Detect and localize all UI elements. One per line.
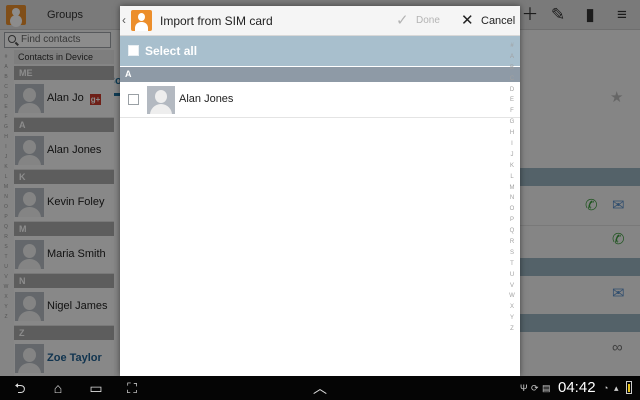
index-letter[interactable]: W — [506, 291, 518, 302]
contact-name: Alan Jones — [179, 93, 234, 105]
index-letter[interactable]: K — [506, 161, 518, 172]
index-letter[interactable]: B — [506, 63, 518, 74]
index-letter[interactable]: H — [506, 128, 518, 139]
select-all-checkbox[interactable] — [128, 45, 139, 56]
select-all-label: Select all — [145, 44, 198, 58]
signal-icon: ▴ — [614, 383, 619, 393]
back-chevron-icon[interactable]: ‹ — [122, 13, 126, 27]
index-letter[interactable]: I — [506, 139, 518, 150]
index-letter[interactable]: N — [506, 193, 518, 204]
index-letter[interactable]: P — [506, 215, 518, 226]
sim-contact-row[interactable]: Alan Jones — [120, 83, 520, 118]
usb-icon: Ψ — [520, 383, 528, 393]
sd-card-icon: ▤ — [542, 383, 551, 393]
index-letter[interactable]: T — [506, 259, 518, 270]
index-letter[interactable]: Y — [506, 313, 518, 324]
index-letter[interactable]: L — [506, 172, 518, 183]
import-sim-dialog: ‹ Import from SIM card ✓ Done ✕ Cancel S… — [120, 6, 520, 376]
clock: 04:42 — [558, 379, 596, 396]
contact-checkbox[interactable] — [128, 94, 139, 105]
sync-icon: ⟳ — [531, 383, 539, 393]
battery-icon — [626, 381, 632, 394]
index-letter[interactable]: F — [506, 106, 518, 117]
index-letter[interactable]: X — [506, 302, 518, 313]
dialog-title: Import from SIM card — [160, 14, 273, 28]
home-nav-icon[interactable]: ⌂ — [46, 378, 70, 398]
section-header: A — [120, 67, 520, 82]
index-letter[interactable]: O — [506, 204, 518, 215]
index-letter[interactable]: A — [506, 52, 518, 63]
wifi-icon: ◔ — [603, 383, 609, 393]
index-letter[interactable]: C — [506, 74, 518, 85]
cancel-label: Cancel — [481, 15, 516, 27]
index-letter[interactable]: # — [506, 41, 518, 52]
index-letter[interactable]: Z — [506, 324, 518, 335]
recent-apps-icon[interactable]: ▭ — [84, 378, 108, 398]
system-navigation-bar: ⮌ ⌂ ▭ ⛶ ︿ Ψ ⟳ ▤ 04:42 ◔ ▴ — [0, 376, 640, 400]
index-letter[interactable]: J — [506, 150, 518, 161]
index-letter[interactable]: E — [506, 95, 518, 106]
index-letter[interactable]: R — [506, 237, 518, 248]
dialog-header: ‹ Import from SIM card ✓ Done ✕ Cancel — [120, 6, 520, 36]
contacts-app-icon — [131, 10, 152, 31]
select-all-row[interactable]: Select all — [120, 36, 520, 66]
checkmark-icon: ✓ — [396, 12, 409, 29]
screenshot-icon[interactable]: ⛶ — [120, 378, 144, 398]
done-button[interactable]: ✓ Done — [396, 11, 440, 31]
cancel-button[interactable]: ✕ Cancel — [460, 11, 515, 31]
done-label: Done — [416, 15, 440, 26]
index-letter[interactable]: U — [506, 270, 518, 281]
index-letter[interactable]: Q — [506, 226, 518, 237]
index-letter[interactable]: S — [506, 248, 518, 259]
index-letter[interactable]: G — [506, 117, 518, 128]
back-nav-icon[interactable]: ⮌ — [8, 378, 32, 398]
alphabet-index[interactable]: # A B C D E F G H I J K L M N O P Q R S T U V W X Y Z — [506, 41, 518, 335]
chevron-up-icon[interactable]: ︿ — [308, 378, 332, 398]
close-icon: ✕ — [461, 12, 474, 29]
avatar — [147, 86, 175, 114]
index-letter[interactable]: V — [506, 281, 518, 292]
index-letter[interactable]: D — [506, 85, 518, 96]
index-letter[interactable]: M — [506, 183, 518, 194]
